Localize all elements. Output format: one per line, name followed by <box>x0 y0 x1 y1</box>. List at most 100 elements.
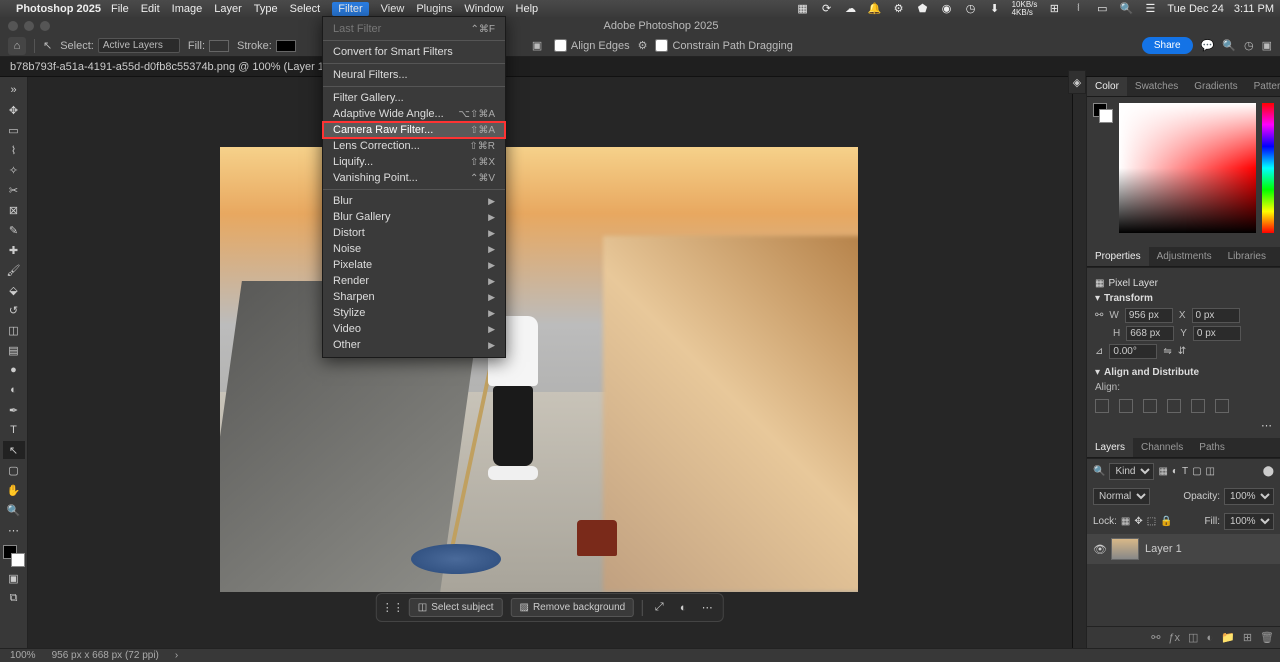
menubar-search-icon[interactable]: 🔍 <box>1119 2 1133 16</box>
menu-help[interactable]: Help <box>516 3 539 15</box>
menubar-bell-icon[interactable]: 🔔 <box>868 2 882 16</box>
mi-liquify[interactable]: Liquify...⇧⌘X <box>323 154 505 170</box>
screenmode-icon[interactable]: ⧉ <box>3 589 25 607</box>
remove-background-button[interactable]: ▨Remove background <box>510 598 634 617</box>
lock-position-icon[interactable]: ✥ <box>1134 516 1142 527</box>
lock-all-icon[interactable]: 🔒 <box>1160 516 1172 527</box>
menu-type[interactable]: Type <box>254 3 278 15</box>
lasso-tool-icon[interactable]: ⌇ <box>3 141 25 159</box>
menu-layer[interactable]: Layer <box>214 3 242 15</box>
opacity-dropdown[interactable]: 100% <box>1224 488 1274 505</box>
chevron-down-icon[interactable]: ▾ <box>1095 293 1100 304</box>
mi-blur-gallery[interactable]: Blur Gallery▶ <box>323 209 505 225</box>
stamp-tool-icon[interactable]: ⬙ <box>3 281 25 299</box>
frame-tool-icon[interactable]: ⊠ <box>3 201 25 219</box>
drag-handle-icon[interactable]: ⋮⋮ <box>385 600 401 616</box>
mi-sharpen[interactable]: Sharpen▶ <box>323 289 505 305</box>
menubar-grid-icon[interactable]: ⊞ <box>1047 2 1061 16</box>
path-align-icon[interactable]: ▣ <box>532 39 546 53</box>
menu-file[interactable]: File <box>111 3 129 15</box>
marquee-tool-icon[interactable]: ▭ <box>3 121 25 139</box>
menubar-box-icon[interactable]: ▦ <box>796 2 810 16</box>
search-icon[interactable]: 🔍 <box>1222 39 1236 52</box>
collapse-toolbar-icon[interactable]: » <box>3 81 25 99</box>
menu-edit[interactable]: Edit <box>141 3 160 15</box>
layer-mask-icon[interactable]: ◫ <box>1188 631 1198 644</box>
healing-tool-icon[interactable]: ✚ <box>3 241 25 259</box>
trash-icon[interactable]: 🗑 <box>1260 631 1274 644</box>
align-edges-checkbox[interactable] <box>554 39 567 52</box>
docked-panel-icon[interactable]: ◈ <box>1068 70 1086 94</box>
select-mode-dropdown[interactable]: Active Layers <box>98 38 180 53</box>
gradient-tool-icon[interactable]: ▤ <box>3 341 25 359</box>
shape-tool-icon[interactable]: ▢ <box>3 461 25 479</box>
mi-distort[interactable]: Distort▶ <box>323 225 505 241</box>
fill-swatch[interactable] <box>209 40 229 52</box>
chevron-right-icon[interactable]: › <box>175 650 178 661</box>
lock-pixels-icon[interactable]: ▦ <box>1121 516 1130 527</box>
menubar-control-icon[interactable]: ☰ <box>1143 2 1157 16</box>
align-top-icon[interactable] <box>1167 399 1181 413</box>
pen-tool-icon[interactable]: ✒ <box>3 401 25 419</box>
y-input[interactable] <box>1193 326 1241 341</box>
width-input[interactable] <box>1125 308 1173 323</box>
tab-libraries[interactable]: Libraries <box>1220 247 1274 266</box>
canvas-document[interactable] <box>220 147 858 592</box>
mi-adaptive-wide[interactable]: Adaptive Wide Angle...⌥⇧⌘A <box>323 106 505 122</box>
menubar-refresh-icon[interactable]: ⟳ <box>820 2 834 16</box>
comment-icon[interactable]: 💬 <box>1201 39 1215 52</box>
app-name[interactable]: Photoshop 2025 <box>16 3 101 15</box>
type-tool-icon[interactable]: T <box>3 421 25 439</box>
lock-artboard-icon[interactable]: ⬚ <box>1147 516 1156 527</box>
mi-blur[interactable]: Blur▶ <box>323 193 505 209</box>
home-icon[interactable]: ⌂ <box>8 37 26 55</box>
align-vcenter-icon[interactable] <box>1191 399 1205 413</box>
tab-color[interactable]: Color <box>1087 77 1127 96</box>
fill-dropdown[interactable]: 100% <box>1224 513 1274 530</box>
contextual-taskbar[interactable]: ⋮⋮ ◫Select subject ▨Remove background ⤢ … <box>376 593 724 622</box>
stroke-swatch[interactable] <box>276 40 296 52</box>
constrain-path-checkbox[interactable] <box>655 39 668 52</box>
zoom-level[interactable]: 100% <box>10 650 36 661</box>
search-icon[interactable]: 🔍 <box>1093 466 1105 477</box>
menubar-record-icon[interactable]: ◉ <box>940 2 954 16</box>
menu-plugins[interactable]: Plugins <box>416 3 452 15</box>
history-brush-tool-icon[interactable]: ↺ <box>3 301 25 319</box>
menubar-cloud-icon[interactable]: ☁ <box>844 2 858 16</box>
align-bottom-icon[interactable] <box>1215 399 1229 413</box>
mi-filter-gallery[interactable]: Filter Gallery... <box>323 90 505 106</box>
history-panel-icon[interactable]: ◷ <box>1244 39 1254 52</box>
tab-properties[interactable]: Properties <box>1087 247 1149 266</box>
eyedropper-tool-icon[interactable]: ✎ <box>3 221 25 239</box>
quickmask-icon[interactable]: ▣ <box>3 569 25 587</box>
share-button[interactable]: Share <box>1142 37 1193 54</box>
hue-slider[interactable] <box>1262 103 1274 233</box>
flip-v-icon[interactable]: ⇵ <box>1178 346 1186 357</box>
eraser-tool-icon[interactable]: ◫ <box>3 321 25 339</box>
menubar-wifi-icon[interactable]: ⧙ <box>1071 2 1085 16</box>
adjust-icon[interactable]: ◐ <box>675 600 691 616</box>
chevron-down-icon[interactable]: ▾ <box>1095 367 1100 378</box>
canvas-scrollbar[interactable] <box>1072 77 1086 648</box>
height-input[interactable] <box>1126 326 1174 341</box>
canvas-area[interactable]: ⋮⋮ ◫Select subject ▨Remove background ⤢ … <box>28 77 1072 648</box>
menubar-battery-icon[interactable]: ▭ <box>1095 2 1109 16</box>
mi-pixelate[interactable]: Pixelate▶ <box>323 257 505 273</box>
transform-icon[interactable]: ⤢ <box>651 600 667 616</box>
mi-camera-raw[interactable]: Camera Raw Filter...⇧⌘A <box>323 122 505 138</box>
tab-gradients[interactable]: Gradients <box>1186 77 1245 96</box>
hand-tool-icon[interactable]: ✋ <box>3 481 25 499</box>
link-wh-icon[interactable]: ⚯ <box>1095 310 1103 321</box>
menu-select[interactable]: Select <box>290 3 321 15</box>
brush-tool-icon[interactable]: 🖌 <box>3 261 25 279</box>
menu-window[interactable]: Window <box>464 3 503 15</box>
menu-filter[interactable]: Filter <box>332 2 368 16</box>
path-sel-arrow-icon[interactable]: ↖ <box>43 39 52 52</box>
filter-type-icon[interactable]: T <box>1182 466 1188 477</box>
select-subject-button[interactable]: ◫Select subject <box>409 598 503 617</box>
menubar-time[interactable]: 3:11 PM <box>1234 3 1274 15</box>
path-select-tool-icon[interactable]: ↖ <box>3 441 25 459</box>
menubar-shield-icon[interactable]: ⬟ <box>916 2 930 16</box>
new-layer-icon[interactable]: ⊞ <box>1243 631 1252 644</box>
filter-smart-icon[interactable]: ◫ <box>1206 466 1215 477</box>
